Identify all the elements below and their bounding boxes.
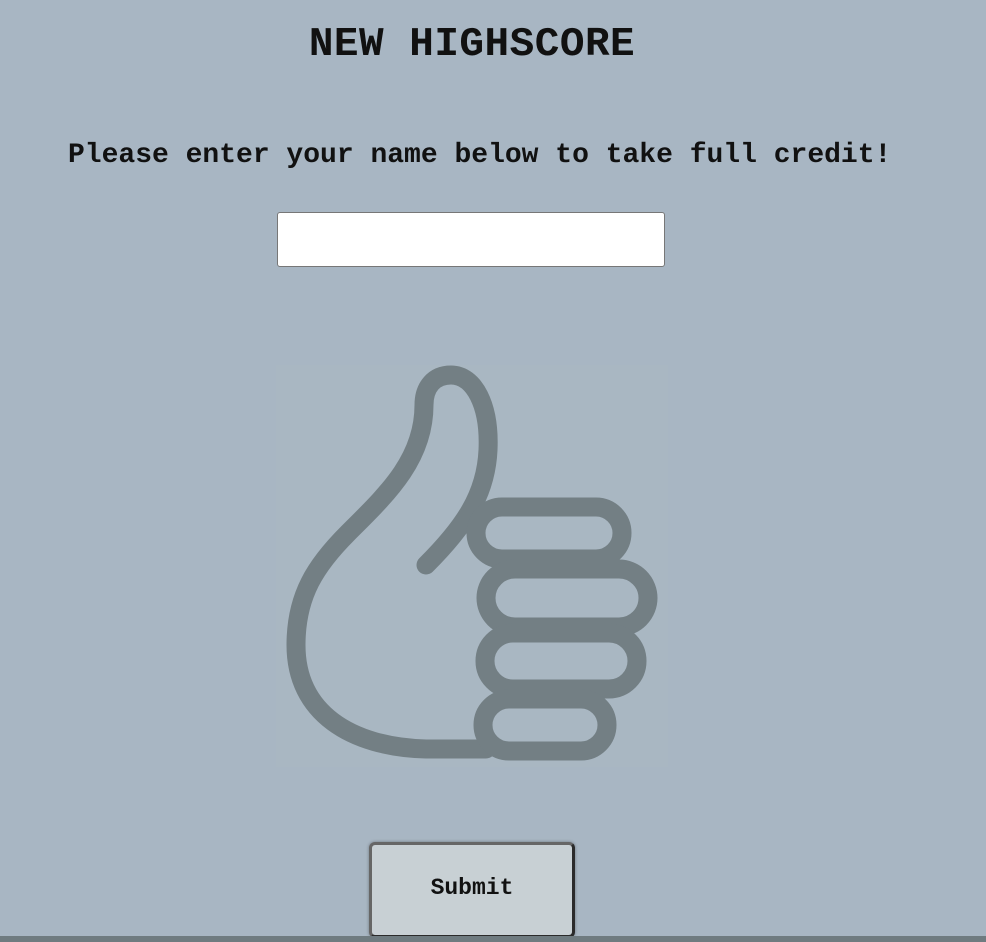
thumbs-up-icon (276, 365, 668, 767)
bottom-divider (0, 936, 986, 942)
highscore-screen: NEW HIGHSCORE Please enter your name bel… (0, 0, 986, 942)
name-prompt: Please enter your name below to take ful… (68, 140, 892, 171)
submit-button[interactable]: Submit (369, 842, 575, 938)
thumbs-up-illustration (276, 365, 668, 767)
name-input[interactable] (277, 212, 665, 267)
page-title: NEW HIGHSCORE (308, 22, 636, 68)
